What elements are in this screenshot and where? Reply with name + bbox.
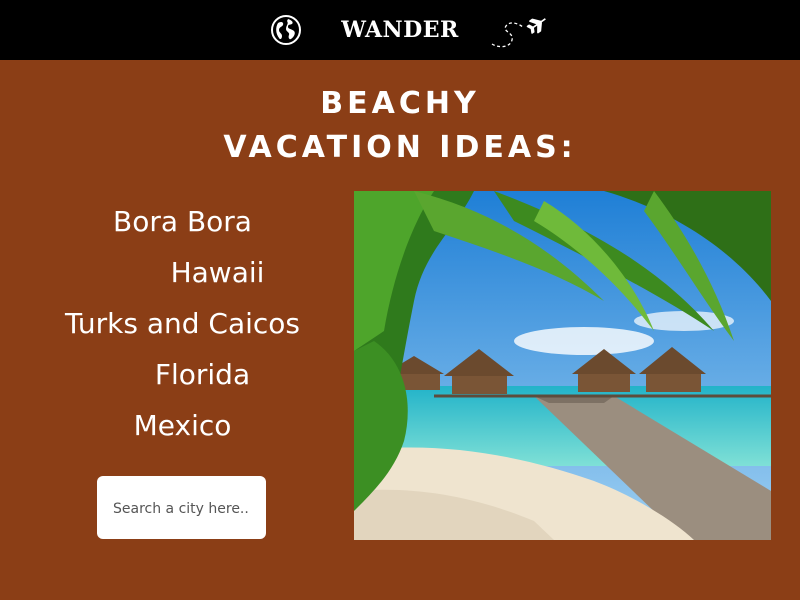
destination-item[interactable]: Turks and Caicos bbox=[30, 298, 335, 349]
destination-item[interactable]: Bora Bora bbox=[30, 196, 335, 247]
search-box[interactable] bbox=[97, 476, 266, 541]
globe-icon bbox=[271, 15, 301, 45]
destination-list: Bora Bora Hawaii Turks and Caicos Florid… bbox=[30, 196, 335, 451]
airplane-icon bbox=[491, 18, 546, 48]
top-bar: WANDER bbox=[0, 0, 800, 60]
brand-logo[interactable]: WANDER bbox=[330, 14, 470, 46]
search-input[interactable] bbox=[111, 476, 256, 541]
destination-item[interactable]: Hawaii bbox=[30, 247, 335, 298]
page-title-line-2: VACATION IDEAS: bbox=[223, 130, 577, 165]
page-title-line-1: BEACHY bbox=[320, 86, 480, 121]
beach-photo bbox=[354, 191, 771, 540]
destination-item[interactable]: Florida bbox=[30, 349, 335, 400]
beach-photo-illustration bbox=[354, 191, 771, 540]
page-title: BEACHY VACATION IDEAS: bbox=[0, 82, 800, 170]
destination-item[interactable]: Mexico bbox=[30, 400, 335, 451]
